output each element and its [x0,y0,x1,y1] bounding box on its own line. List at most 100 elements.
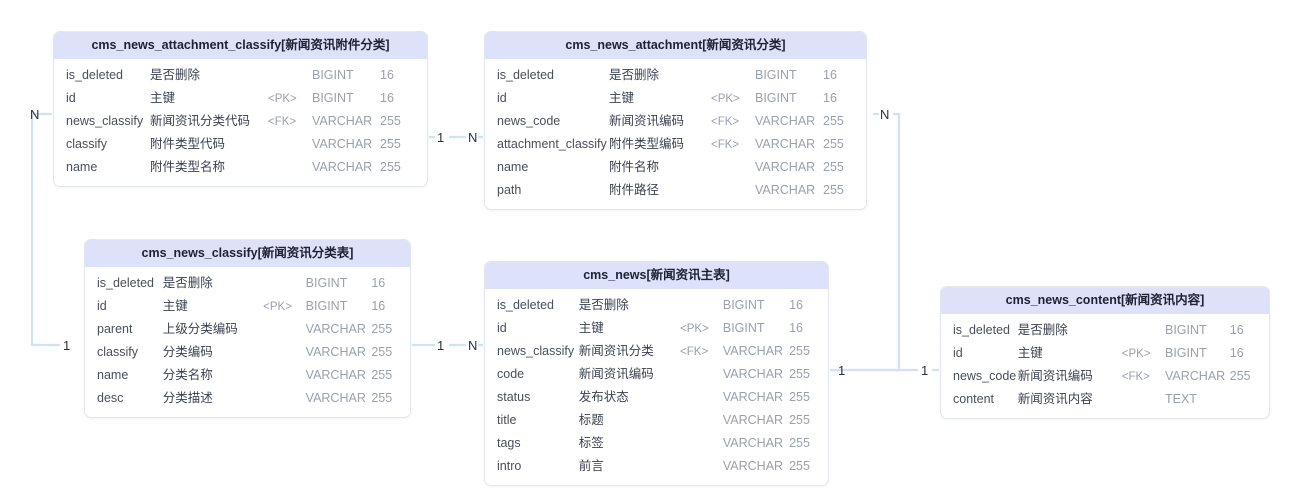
field-type: TEXT [1164,392,1197,406]
entity-fields-cms_news_attachment: is_deleted 是否删除 BIGINT 16 id 主键 <PK> BIGINT 16 ne… [485,59,866,209]
field-length: 16 [380,91,394,105]
field-name: code [497,367,525,381]
field-comment: 主键 [1017,346,1043,360]
field-row[interactable]: content 新闻资讯内容 TEXT [941,388,1269,411]
field-row[interactable]: path 附件路径 VARCHAR 255 [485,179,866,202]
entity-table-cms_news_classify[interactable]: cms_news_classify[新闻资讯分类表] is_deleted 是否删除… [84,239,411,418]
field-key: <PK> [268,93,297,105]
field-key: <FK> [711,116,740,128]
field-row[interactable]: name 分类名称 VARCHAR 255 [85,364,410,387]
field-name: id [497,91,507,105]
field-comment: 新闻资讯分类 [578,344,654,358]
field-key: <PK> [1121,348,1151,360]
field-row[interactable]: title 标题 VARCHAR 255 [485,409,828,432]
field-row[interactable]: news_classify 新闻资讯分类代码 <FK> VARCHAR 255 [54,110,427,133]
field-row[interactable]: is_deleted 是否删除 BIGINT 16 [485,294,828,317]
marker-content-left-1: 1 [921,363,929,378]
field-type: VARCHAR [755,160,816,174]
field-comment: 标题 [578,413,604,427]
field-row[interactable]: news_code 新闻资讯编码 <FK> VARCHAR 255 [485,110,866,133]
field-name: status [497,390,531,404]
field-comment: 上级分类编码 [162,322,238,336]
field-row[interactable]: desc 分类描述 VARCHAR 255 [85,387,410,410]
entity-table-cms_news[interactable]: cms_news[新闻资讯主表] is_deleted 是否删除 BIGINT 16 id… [484,261,829,486]
field-row[interactable]: name 附件名称 VARCHAR 255 [485,156,866,179]
field-row[interactable]: parent 上级分类编码 VARCHAR 255 [85,318,410,341]
field-comment: 附件类型编码 [609,137,685,151]
field-comment: 是否删除 [609,68,660,82]
field-name: tags [497,436,521,450]
field-comment: 附件路径 [609,183,660,197]
field-row[interactable]: tags 标签 VARCHAR 255 [485,432,828,455]
entity-table-cms_news_attachment_classify[interactable]: cms_news_attachment_classify[新闻资讯附件分类] is… [53,31,428,187]
field-comment: 是否删除 [578,298,629,312]
field-name: is_deleted [497,298,554,312]
field-length: 255 [371,345,393,359]
entity-title-cms_news_attachment: cms_news_attachment[新闻资讯分类] [485,32,866,59]
field-comment: 分类编码 [162,345,213,359]
field-name: is_deleted [66,68,123,82]
field-length: 16 [823,91,837,105]
field-name: content [953,392,995,406]
field-length: 255 [371,368,393,382]
field-comment: 主键 [162,299,188,313]
field-type: VARCHAR [305,391,366,405]
field-name: is_deleted [497,68,554,82]
field-comment: 附件类型名称 [150,160,226,174]
field-row[interactable]: is_deleted 是否删除 BIGINT 16 [485,64,866,87]
marker-attachment-right-n: N [880,107,890,122]
field-comment: 新闻资讯编码 [609,114,685,128]
field-row[interactable]: name 附件类型名称 VARCHAR 255 [54,156,427,179]
field-comment: 新闻资讯编码 [1017,369,1093,383]
field-name: is_deleted [953,323,1010,337]
field-type: VARCHAR [722,459,784,473]
field-key: <FK> [1121,371,1150,383]
field-row[interactable]: id 主键 <PK> BIGINT 16 [485,87,866,110]
field-length: 255 [1229,369,1251,383]
entity-table-cms_news_attachment[interactable]: cms_news_attachment[新闻资讯分类] is_deleted 是否删… [484,31,867,210]
field-comment: 主键 [150,91,176,105]
field-name: classify [97,345,138,359]
field-length: 16 [371,276,386,290]
field-name: parent [97,322,133,336]
field-length: 255 [380,160,401,174]
field-row[interactable]: id 主键 <PK> BIGINT 16 [941,342,1269,365]
field-length: 255 [371,391,393,405]
field-length: 255 [380,114,401,128]
field-type: VARCHAR [722,344,784,358]
field-length: 255 [823,183,844,197]
field-type: VARCHAR [755,183,816,197]
field-length: 255 [789,459,810,473]
marker-news-right-1: 1 [838,363,846,378]
field-name: title [497,413,517,427]
field-row[interactable]: id 主键 <PK> BIGINT 16 [485,317,828,340]
field-row[interactable]: is_deleted 是否删除 BIGINT 16 [85,272,410,295]
field-type: BIGINT [755,91,797,105]
marker-classify-left-1: 1 [63,338,71,353]
field-row[interactable]: news_code 新闻资讯编码 <FK> VARCHAR 255 [941,365,1269,388]
field-row[interactable]: intro 前言 VARCHAR 255 [485,455,828,478]
field-type: VARCHAR [722,367,784,381]
field-row[interactable]: attachment_classify 附件类型编码 <FK> VARCHAR 255 [485,133,866,156]
field-name: path [497,183,522,197]
field-length: 16 [371,299,386,313]
field-row[interactable]: status 发布状态 VARCHAR 255 [485,386,828,409]
field-name: intro [497,459,522,473]
field-length: 16 [823,68,837,82]
field-type: VARCHAR [305,322,366,336]
field-type: VARCHAR [312,160,373,174]
field-length: 255 [789,390,810,404]
field-type: BIGINT [312,91,354,105]
field-row[interactable]: id 主键 <PK> BIGINT 16 [54,87,427,110]
field-row[interactable]: is_deleted 是否删除 BIGINT 16 [54,64,427,87]
field-row[interactable]: id 主键 <PK> BIGINT 16 [85,295,410,318]
field-row[interactable]: classify 附件类型代码 VARCHAR 255 [54,133,427,156]
field-row[interactable]: code 新闻资讯编码 VARCHAR 255 [485,363,828,386]
entity-table-cms_news_content[interactable]: cms_news_content[新闻资讯内容] is_deleted 是否删除 BI… [940,286,1270,419]
field-row[interactable]: is_deleted 是否删除 BIGINT 16 [941,319,1269,342]
field-length: 255 [789,344,810,358]
field-key: <PK> [263,301,292,313]
field-row[interactable]: news_classify 新闻资讯分类 <FK> VARCHAR 255 [485,340,828,363]
field-type: VARCHAR [305,345,366,359]
field-row[interactable]: classify 分类编码 VARCHAR 255 [85,341,410,364]
